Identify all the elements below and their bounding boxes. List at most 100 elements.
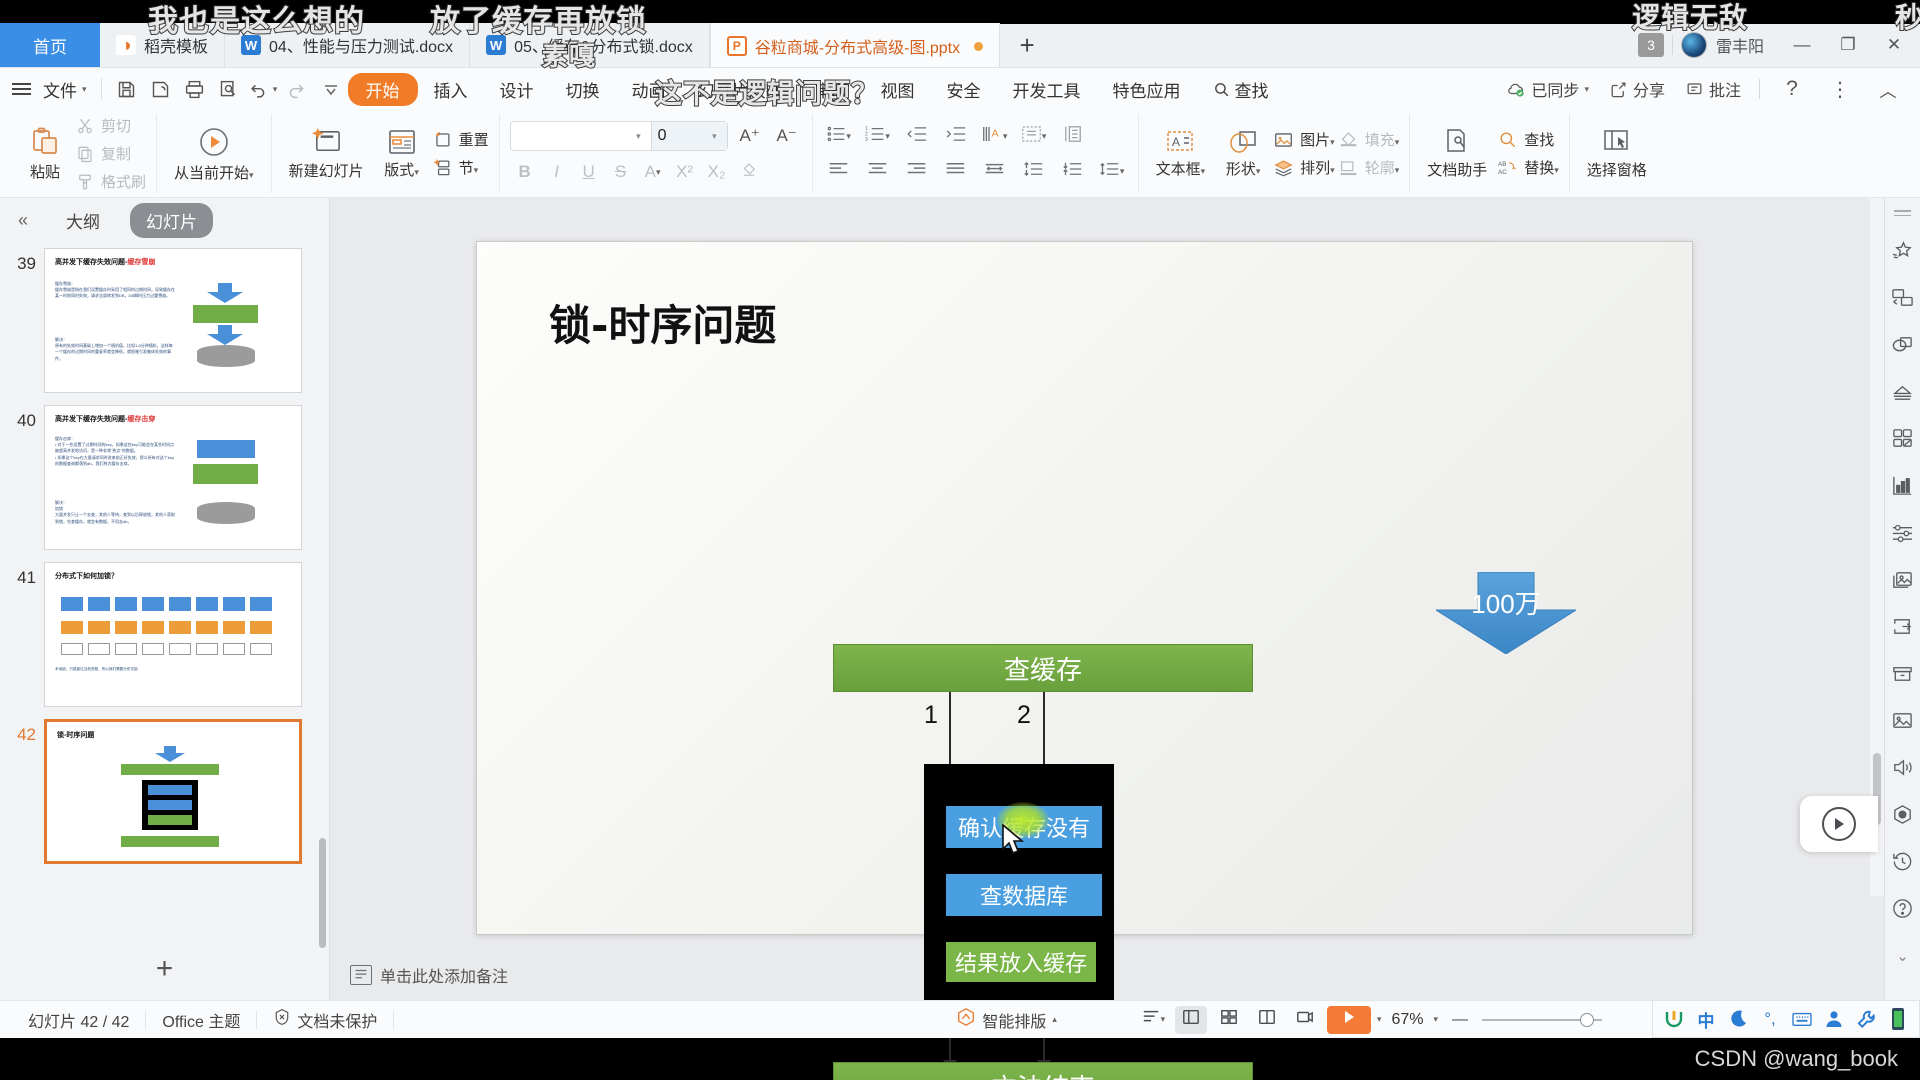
tab-slides[interactable]: 幻灯片 <box>130 202 213 238</box>
new-tab-button[interactable]: + <box>1000 23 1054 67</box>
thumbnail-preview-selected[interactable]: 锁-时序问题 <box>44 719 302 864</box>
increase-indent-button[interactable] <box>940 122 972 150</box>
outline-button[interactable]: 轮廓▾ <box>1339 157 1399 178</box>
image-icon[interactable] <box>1886 698 1920 743</box>
transfer-icon[interactable] <box>1886 275 1920 320</box>
customize-toolbar-icon[interactable] <box>314 73 348 105</box>
superscript-button[interactable]: X² <box>670 158 700 186</box>
inflow-arrow[interactable]: 100万 <box>1436 572 1576 654</box>
picture-button[interactable]: 图片▾ <box>1274 129 1335 150</box>
chevron-down-icon[interactable]: ▾ <box>1433 1014 1438 1025</box>
decrease-font-size-button[interactable]: A⁻ <box>772 122 802 150</box>
replace-button[interactable]: AB AC 替换▾ <box>1498 157 1559 178</box>
archive-icon[interactable] <box>1886 651 1920 696</box>
close-button[interactable]: ✕ <box>1872 23 1916 67</box>
decrease-indent-button[interactable] <box>901 122 933 150</box>
start-from-current-button[interactable]: 从当前开始▾ <box>167 123 261 185</box>
cut-button[interactable]: 剪切 <box>76 115 146 136</box>
italic-button[interactable]: I <box>542 158 572 186</box>
tab-slideshow[interactable]: 幻灯片放映 <box>682 73 799 106</box>
undo-icon[interactable]: ▾ <box>246 73 280 105</box>
tab-outline[interactable]: 大纲 <box>50 203 116 238</box>
thumbnail-item-40[interactable]: 40 高并发下缓存失效问题-缓存击穿 缓存击穿： • 对于一些设置了过期时间的ke… <box>0 399 329 556</box>
collapse-panel-icon[interactable]: « <box>10 210 36 231</box>
thumbnail-scrollbar[interactable] <box>319 838 326 948</box>
thumbnail-item-39[interactable]: 39 高并发下缓存失效问题-缓存雪崩 缓存雪崩： 缓存雪崩是指在我们设置缓存时采用… <box>0 242 329 399</box>
columns-button[interactable] <box>1057 122 1089 150</box>
export-icon[interactable] <box>1886 604 1920 649</box>
strikethrough-button[interactable]: S <box>606 158 636 186</box>
file-menu-button[interactable]: 文件 ▾ <box>37 77 93 102</box>
toolbox-icon[interactable] <box>1851 1004 1881 1034</box>
align-left-button[interactable] <box>823 157 855 185</box>
tab-developer-tools[interactable]: 开发工具 <box>997 73 1097 106</box>
user-icon[interactable] <box>1819 1004 1849 1034</box>
redo-icon[interactable] <box>280 73 314 105</box>
help-icon[interactable] <box>1886 886 1920 931</box>
justify-button[interactable] <box>940 157 972 185</box>
notes-pane[interactable]: 单击此处添加备注 <box>330 958 1884 992</box>
tab-gulimall-pptx[interactable]: P 谷粒商城-分布式高级-图.pptx <box>709 23 1001 67</box>
line-spacing-button[interactable]: ▾ <box>1096 157 1128 185</box>
home-tab[interactable]: 首页 <box>0 23 100 67</box>
new-slide-button[interactable]: 新建幻灯片 <box>282 124 371 183</box>
badge-icon[interactable] <box>1886 792 1920 837</box>
cloud-doc-icon[interactable] <box>1886 369 1920 414</box>
battery-icon[interactable] <box>1883 1004 1913 1034</box>
normal-view-button[interactable] <box>1174 1005 1207 1034</box>
thumbnail-preview[interactable]: 高并发下缓存失效问题-缓存击穿 缓存击穿： • 对于一些设置了过期时间的key，如… <box>44 405 302 550</box>
copy-button[interactable]: 复制 <box>76 143 146 164</box>
avatar[interactable] <box>1680 32 1707 58</box>
punctuation-icon[interactable]: °, <box>1755 1004 1785 1034</box>
bold-button[interactable]: B <box>510 158 540 186</box>
font-color-button[interactable]: A ▾ <box>638 158 668 186</box>
tab-cache-doc[interactable]: W 05、缓存&分布式锁.docx <box>470 23 710 67</box>
thumbnail-item-42[interactable]: 42 锁-时序问题 <box>0 713 329 870</box>
align-text-button[interactable]: ▾ <box>1018 122 1050 150</box>
sogou-icon[interactable] <box>1659 1004 1689 1034</box>
smart-layout-button[interactable]: 智能排版 ▴ <box>940 1007 1073 1032</box>
clear-format-button[interactable] <box>734 158 764 186</box>
thumbnail-preview[interactable]: 分布式下如何加锁？ 本地锁，只能锁住当前进程，所以我们需要分布式锁 <box>44 562 302 707</box>
settings-sliders-icon[interactable] <box>1886 510 1920 555</box>
chevron-down-icon[interactable]: ▾ <box>1377 1014 1382 1025</box>
tab-security[interactable]: 安全 <box>931 73 997 106</box>
keyboard-icon[interactable] <box>1787 1004 1817 1034</box>
sidebar-collapse-icon[interactable]: ⌄ <box>1886 933 1920 978</box>
text-direction-button[interactable]: A ▾ <box>979 122 1011 150</box>
arrange-button[interactable]: 排列▾ <box>1274 157 1335 178</box>
restore-button[interactable]: ❐ <box>1826 23 1870 67</box>
zoom-out-button[interactable]: — <box>1444 1006 1476 1034</box>
tab-performance-doc[interactable]: W 04、性能与压力测试.docx <box>225 23 471 67</box>
ribbon-find-button[interactable]: 查找 <box>1197 73 1285 106</box>
align-right-button[interactable] <box>901 157 933 185</box>
format-painter-button[interactable]: 格式刷 <box>76 171 146 192</box>
font-name-input[interactable]: ▾ <box>511 122 651 150</box>
moon-icon[interactable] <box>1723 1004 1753 1034</box>
numbering-button[interactable]: 1 2 3 ▾ <box>862 122 894 150</box>
history-icon[interactable] <box>1886 839 1920 884</box>
save-icon[interactable] <box>110 73 144 105</box>
underline-button[interactable]: U <box>574 158 604 186</box>
thumbnail-preview[interactable]: 高并发下缓存失效问题-缓存雪崩 缓存雪崩： 缓存雪崩是指在我们设置缓存时采用了相同… <box>44 248 302 393</box>
tab-dove-template[interactable]: ◑ 稻壳模板 <box>100 23 226 67</box>
start-slideshow-button[interactable] <box>1326 1005 1371 1034</box>
theme-label[interactable]: Office 主题 <box>146 1008 256 1032</box>
cloud-sync-button[interactable]: 已同步 ▾ <box>1499 74 1597 104</box>
zoom-knob[interactable] <box>1580 1012 1594 1027</box>
method-end-bar[interactable]: 方法结束 <box>833 1062 1253 1080</box>
tab-review[interactable]: 审阅 <box>799 73 865 106</box>
slide-sorter-button[interactable] <box>1213 1006 1245 1034</box>
step-box-query-db[interactable]: 查数据库 <box>946 874 1102 916</box>
thumbnail-list[interactable]: 39 高并发下缓存失效问题-缓存雪崩 缓存雪崩： 缓存雪崩是指在我们设置缓存时采用… <box>0 242 329 938</box>
line-spacing-decrease-button[interactable] <box>1057 157 1089 185</box>
paste-button[interactable]: 粘贴 <box>18 124 72 184</box>
slide-surface[interactable]: 锁-时序问题 100万 查缓存 1 2 确认缓存没有 查数据库 结果放入缓存 <box>476 241 1693 1080</box>
add-slide-button[interactable]: + <box>0 952 329 986</box>
cache-lookup-bar[interactable]: 查缓存 <box>833 644 1253 692</box>
slide-title[interactable]: 锁-时序问题 <box>549 292 776 353</box>
reading-view-button[interactable] <box>1251 1006 1283 1034</box>
menu-icon[interactable] <box>12 83 31 95</box>
bullets-button[interactable]: ▾ <box>823 122 855 150</box>
sidebar-handle[interactable] <box>1894 210 1911 216</box>
